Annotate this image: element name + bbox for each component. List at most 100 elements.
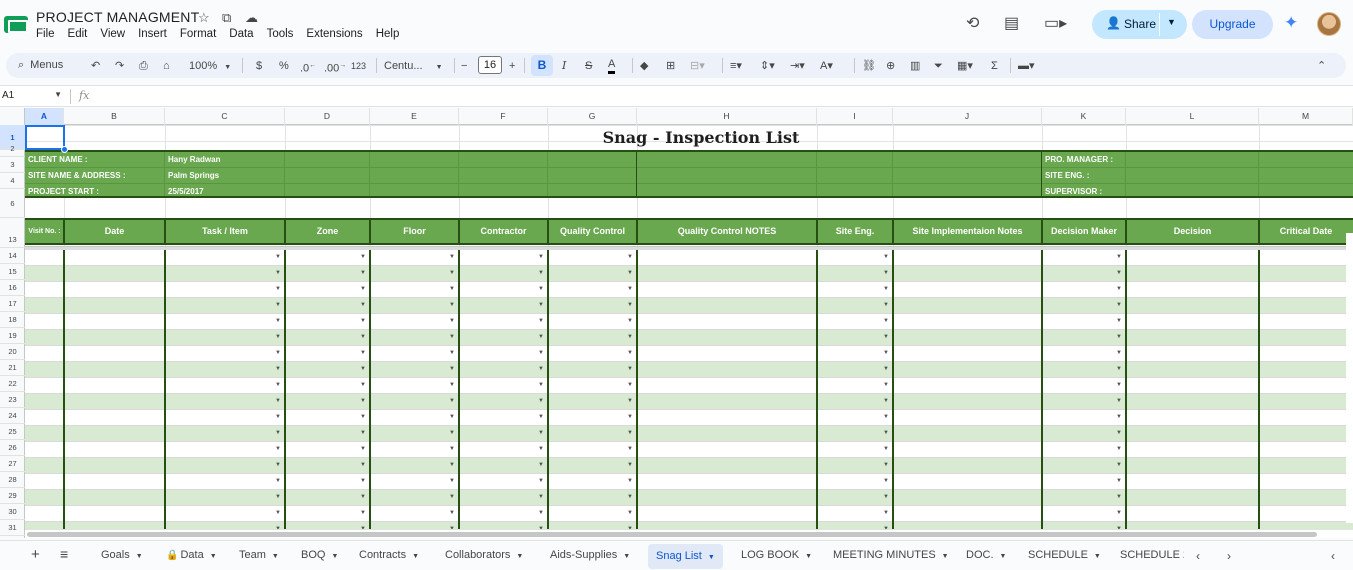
column-title-quality-control[interactable]: Quality Control	[548, 220, 637, 243]
dropdown-chevron-icon[interactable]: ▼	[883, 350, 889, 356]
dropdown-chevron-icon[interactable]: ▼	[538, 334, 544, 340]
dropdown-chevron-icon[interactable]: ▼	[275, 302, 281, 308]
column-header-j[interactable]: J	[893, 108, 1042, 125]
row-header-22[interactable]: 22	[0, 376, 25, 392]
dropdown-chevron-icon[interactable]: ▼	[360, 254, 366, 260]
all-sheets-menu-icon[interactable]: ≡	[60, 546, 68, 562]
column-title-quality-control-notes[interactable]: Quality Control NOTES	[637, 220, 817, 243]
increase-font-size-icon[interactable]: +	[509, 58, 515, 74]
functions-icon[interactable]: Σ	[991, 58, 998, 74]
dropdown-chevron-icon[interactable]: ▼	[360, 366, 366, 372]
dropdown-chevron-icon[interactable]: ▼	[449, 398, 455, 404]
project-start-value[interactable]: 25/5/2017	[168, 187, 204, 196]
column-header-h[interactable]: H	[637, 108, 817, 125]
text-color-icon[interactable]: A	[608, 58, 616, 74]
row-header-20[interactable]: 20	[0, 344, 25, 360]
cell-area[interactable]: Snag - Inspection List CLIENT NAME : Han…	[25, 125, 1353, 538]
horizontal-scrollbar[interactable]	[25, 529, 1353, 538]
tab-menu-chevron-icon[interactable]: ▼	[412, 553, 419, 560]
dropdown-chevron-icon[interactable]: ▼	[883, 366, 889, 372]
dropdown-chevron-icon[interactable]: ▼	[538, 446, 544, 452]
column-title-date[interactable]: Date	[64, 220, 165, 243]
document-title[interactable]: PROJECT MANAGMENT	[36, 9, 199, 25]
tab-menu-chevron-icon[interactable]: ▼	[1094, 553, 1101, 560]
dropdown-chevron-icon[interactable]: ▼	[538, 510, 544, 516]
dropdown-chevron-icon[interactable]: ▼	[538, 302, 544, 308]
dropdown-chevron-icon[interactable]: ▼	[449, 286, 455, 292]
dropdown-chevron-icon[interactable]: ▼	[627, 334, 633, 340]
name-box[interactable]: A1 ▼	[2, 90, 64, 104]
table-row[interactable]: ▼ ▼ ▼ ▼ ▼ ▼ ▼	[25, 282, 1353, 298]
row-header-19[interactable]: 19	[0, 328, 25, 344]
row-header-27[interactable]: 27	[0, 456, 25, 472]
row-header-13[interactable]: 13	[0, 232, 25, 248]
dropdown-chevron-icon[interactable]: ▼	[360, 334, 366, 340]
name-box-chevron-icon[interactable]: ▼	[54, 90, 62, 99]
menu-file[interactable]: File	[36, 28, 55, 40]
column-title-site-eng[interactable]: Site Eng.	[817, 220, 893, 243]
row-header-2[interactable]: 2	[0, 141, 25, 157]
dropdown-chevron-icon[interactable]: ▼	[275, 334, 281, 340]
column-title-visit-no[interactable]: Visit No. :	[25, 220, 64, 243]
dropdown-chevron-icon[interactable]: ▼	[1116, 382, 1122, 388]
collapse-menus-chevron-icon[interactable]: ⌃	[1317, 58, 1326, 74]
table-row[interactable]: ▼ ▼ ▼ ▼ ▼ ▼ ▼	[25, 474, 1353, 490]
client-name-value[interactable]: Hany Radwan	[168, 155, 220, 164]
menu-extensions[interactable]: Extensions	[306, 28, 362, 40]
dropdown-chevron-icon[interactable]: ▼	[538, 318, 544, 324]
dropdown-chevron-icon[interactable]: ▼	[449, 430, 455, 436]
dropdown-chevron-icon[interactable]: ▼	[627, 350, 633, 356]
horizontal-align-icon[interactable]: ≡▾	[730, 58, 742, 74]
row-header-26[interactable]: 26	[0, 440, 25, 456]
dropdown-chevron-icon[interactable]: ▼	[360, 462, 366, 468]
table-row[interactable]: ▼ ▼ ▼ ▼ ▼ ▼ ▼	[25, 506, 1353, 522]
site-address-value[interactable]: Palm Springs	[168, 171, 219, 180]
decrease-font-size-icon[interactable]: −	[461, 58, 467, 74]
dropdown-chevron-icon[interactable]: ▼	[627, 398, 633, 404]
dropdown-chevron-icon[interactable]: ▼	[1116, 366, 1122, 372]
tab-menu-chevron-icon[interactable]: ▼	[136, 553, 143, 560]
insert-link-icon[interactable]: ⛓	[862, 58, 876, 74]
dropdown-chevron-icon[interactable]: ▼	[275, 318, 281, 324]
column-header-g[interactable]: G	[548, 108, 637, 125]
dropdown-chevron-icon[interactable]: ▼	[275, 254, 281, 260]
dropdown-chevron-icon[interactable]: ▼	[538, 270, 544, 276]
dropdown-chevron-icon[interactable]: ▼	[360, 398, 366, 404]
dropdown-chevron-icon[interactable]: ▼	[1116, 462, 1122, 468]
sheets-logo-icon[interactable]	[4, 16, 28, 33]
menu-view[interactable]: View	[100, 28, 125, 40]
column-header-b[interactable]: B	[64, 108, 165, 125]
dropdown-chevron-icon[interactable]: ▼	[1116, 318, 1122, 324]
dropdown-chevron-icon[interactable]: ▼	[538, 494, 544, 500]
font-family-select[interactable]: Centu... ▼	[384, 58, 443, 74]
dropdown-chevron-icon[interactable]: ▼	[627, 382, 633, 388]
text-wrapping-icon[interactable]: ⇥▾	[790, 58, 805, 74]
table-row[interactable]: ▼ ▼ ▼ ▼ ▼ ▼ ▼	[25, 346, 1353, 362]
horizontal-scrollbar-thumb[interactable]	[27, 532, 1317, 537]
table-row[interactable]: ▼ ▼ ▼ ▼ ▼ ▼ ▼	[25, 362, 1353, 378]
dropdown-chevron-icon[interactable]: ▼	[360, 318, 366, 324]
dropdown-chevron-icon[interactable]: ▼	[627, 494, 633, 500]
sheet-tab-log-book[interactable]: LOG BOOK ▼	[741, 549, 812, 561]
dropdown-chevron-icon[interactable]: ▼	[1116, 430, 1122, 436]
dropdown-chevron-icon[interactable]: ▼	[538, 382, 544, 388]
italic-button[interactable]: I	[562, 58, 566, 74]
dropdown-chevron-icon[interactable]: ▼	[360, 382, 366, 388]
vertical-scrollbar[interactable]	[1346, 233, 1353, 523]
dropdown-chevron-icon[interactable]: ▼	[627, 270, 633, 276]
column-title-zone[interactable]: Zone	[285, 220, 370, 243]
comments-icon[interactable]: ▤	[1004, 13, 1019, 33]
dropdown-chevron-icon[interactable]: ▼	[627, 254, 633, 260]
dropdown-chevron-icon[interactable]: ▼	[627, 462, 633, 468]
row-header-28[interactable]: 28	[0, 472, 25, 488]
dropdown-chevron-icon[interactable]: ▼	[275, 510, 281, 516]
share-button[interactable]: 👤 Share ▼	[1092, 10, 1187, 39]
dropdown-chevron-icon[interactable]: ▼	[360, 510, 366, 516]
tab-menu-chevron-icon[interactable]: ▼	[708, 554, 715, 561]
menu-edit[interactable]: Edit	[68, 28, 88, 40]
spreadsheet-grid[interactable]: ABCDEFGHIJKLM 1 2 3 4 6 13 14 15 16 17 18 19 20 21 22 2…	[0, 108, 1353, 538]
dropdown-chevron-icon[interactable]: ▼	[449, 462, 455, 468]
dropdown-chevron-icon[interactable]: ▼	[627, 302, 633, 308]
tab-menu-chevron-icon[interactable]: ▼	[805, 553, 812, 560]
row-header-25[interactable]: 25	[0, 424, 25, 440]
